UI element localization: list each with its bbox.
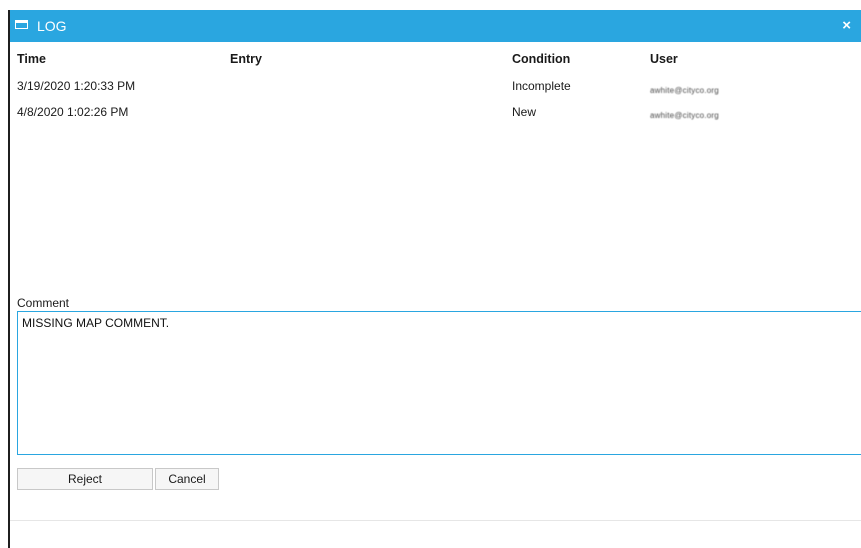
comment-label: Comment xyxy=(17,296,70,310)
footer-divider xyxy=(10,520,861,521)
close-icon[interactable]: × xyxy=(842,17,851,34)
cell-condition: Incomplete xyxy=(512,79,571,93)
cell-user: awhite@cityco.org xyxy=(650,111,719,120)
window-icon xyxy=(15,20,28,29)
cancel-button[interactable]: Cancel xyxy=(155,468,219,490)
column-header-entry[interactable]: Entry xyxy=(230,52,262,66)
window-title: LOG xyxy=(37,18,67,34)
column-header-user[interactable]: User xyxy=(650,52,678,66)
cell-time: 4/8/2020 1:02:26 PM xyxy=(17,105,129,119)
cell-condition: New xyxy=(512,105,537,119)
cell-user: awhite@cityco.org xyxy=(650,86,719,95)
cell-time: 3/19/2020 1:20:33 PM xyxy=(17,79,136,93)
reject-button[interactable]: Reject xyxy=(17,468,153,490)
comment-textarea[interactable]: MISSING MAP COMMENT. xyxy=(17,311,861,455)
window-left-border xyxy=(8,10,10,548)
column-header-time[interactable]: Time xyxy=(17,52,46,66)
column-header-condition[interactable]: Condition xyxy=(512,52,570,66)
title-bar: LOG × xyxy=(10,10,861,42)
